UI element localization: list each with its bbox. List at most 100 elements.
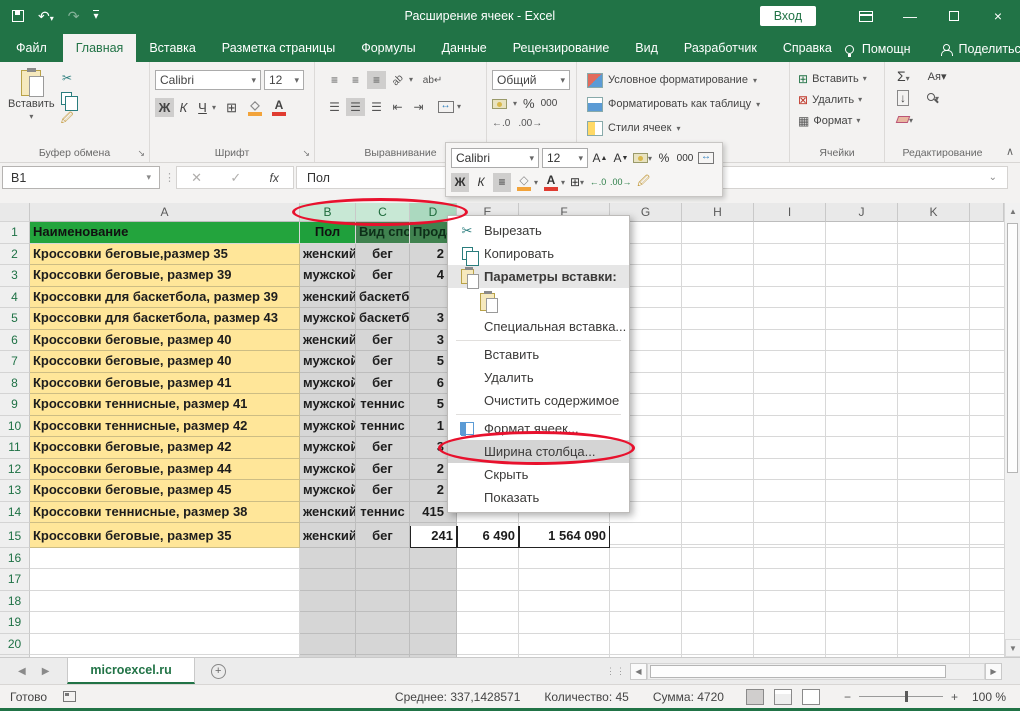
col-header-c[interactable]: C	[356, 203, 410, 222]
col-header-j[interactable]: J	[826, 203, 898, 222]
macro-record-icon[interactable]	[63, 691, 76, 702]
italic-button[interactable]: К	[174, 98, 193, 117]
format-painter-icon[interactable]: 🖉	[58, 111, 76, 127]
col-header-k[interactable]: K	[898, 203, 970, 222]
normal-view-icon[interactable]	[746, 689, 764, 705]
scroll-left-icon[interactable]: ◀	[630, 663, 647, 680]
enter-icon[interactable]: ✓	[230, 170, 241, 186]
redo-icon[interactable]: ↷	[68, 8, 80, 25]
vertical-scroll-thumb[interactable]	[1007, 223, 1018, 473]
horizontal-scroll-thumb[interactable]	[650, 665, 946, 678]
undo-icon[interactable]: ↶▾	[38, 8, 54, 25]
mini-increase-decimal-icon[interactable]: ←.0	[589, 173, 607, 192]
format-as-table-button[interactable]: Форматировать как таблицу▾	[587, 92, 760, 116]
align-right-icon[interactable]: ☰	[367, 98, 386, 116]
empty-row[interactable]: 18	[0, 591, 1004, 613]
paste-button[interactable]: Вставить ▾	[8, 70, 55, 121]
tab-help[interactable]: Справка	[770, 34, 845, 62]
cell-b1[interactable]: Пол	[300, 222, 356, 244]
menu-item-unhide[interactable]: Показать	[448, 486, 629, 509]
mini-italic-button[interactable]: К	[472, 173, 490, 192]
ribbon-display-options-icon[interactable]	[844, 0, 888, 32]
decrease-indent-icon[interactable]: ⇤	[388, 98, 407, 116]
tab-data[interactable]: Данные	[429, 34, 500, 62]
tab-review[interactable]: Рецензирование	[500, 34, 623, 62]
menu-item-paste-options[interactable]: Параметры вставки:	[448, 265, 629, 288]
cell-c1[interactable]: Вид спорта	[356, 222, 410, 244]
format-cells-button[interactable]: ▦ Формат▾	[798, 110, 867, 131]
mini-accounting-icon[interactable]: ▾	[633, 149, 652, 168]
insert-function-icon[interactable]: fx	[270, 171, 279, 185]
menu-item-copy[interactable]: Копировать	[448, 242, 629, 265]
mini-center-icon[interactable]: ≡	[493, 173, 511, 192]
mini-format-painter-icon[interactable]: 🖉	[635, 173, 653, 192]
table-row[interactable]: 15 Кроссовки беговые, размер 35 женский …	[0, 526, 1004, 548]
scroll-down-icon[interactable]: ▼	[1005, 639, 1020, 657]
tab-insert[interactable]: Вставка	[136, 34, 208, 62]
scroll-right-icon[interactable]: ▶	[985, 663, 1002, 680]
delete-cells-button[interactable]: ⊠ Удалить▾	[798, 89, 867, 110]
align-left-icon[interactable]: ☰	[325, 98, 344, 116]
zoom-slider[interactable]	[859, 696, 943, 697]
mini-decrease-decimal-icon[interactable]: .00→	[610, 173, 632, 192]
zoom-slider-thumb[interactable]	[905, 691, 908, 702]
tell-me-box[interactable]: Помощн	[862, 42, 911, 56]
fill-color-button[interactable]: ◇	[245, 99, 265, 116]
mini-font-name-combo[interactable]: Calibri▾	[451, 148, 539, 168]
autosum-icon[interactable]: Σ▾	[897, 68, 910, 84]
mini-fill-color-icon[interactable]: ◇▾	[514, 173, 538, 192]
borders-button[interactable]: ⊞	[222, 98, 241, 117]
clipboard-dialog-launcher[interactable]: ↘	[137, 148, 145, 159]
sign-in-button[interactable]: Вход	[760, 6, 816, 26]
font-dialog-launcher[interactable]: ↘	[302, 148, 310, 159]
page-layout-view-icon[interactable]	[774, 689, 792, 705]
paste-option-button[interactable]	[448, 288, 629, 315]
comma-style-icon[interactable]: 000	[541, 98, 558, 109]
zoom-level[interactable]: 100 %	[972, 690, 1020, 704]
name-box[interactable]: B1▾	[2, 166, 160, 189]
menu-item-column-width[interactable]: Ширина столбца...	[448, 440, 629, 463]
accounting-format-icon[interactable]	[492, 99, 507, 109]
empty-row[interactable]: 19	[0, 612, 1004, 634]
merge-center-icon[interactable]	[436, 98, 455, 116]
mini-merge-icon[interactable]	[697, 149, 715, 168]
mini-percent-icon[interactable]: %	[655, 149, 673, 168]
conditional-formatting-button[interactable]: Условное форматирование▾	[587, 68, 760, 92]
empty-row[interactable]: 17	[0, 569, 1004, 591]
zoom-out-icon[interactable]: −	[844, 690, 851, 704]
save-icon[interactable]	[12, 10, 24, 22]
align-top-icon[interactable]: ≡	[325, 71, 344, 89]
col-header-i[interactable]: I	[754, 203, 826, 222]
decrease-decimal-icon[interactable]: .00→	[518, 118, 542, 129]
cell-styles-button[interactable]: Стили ячеек▾	[587, 116, 760, 140]
empty-row[interactable]: 20	[0, 634, 1004, 656]
col-header-a[interactable]: A	[30, 203, 300, 222]
sheet-nav-left-icon[interactable]: ◀	[18, 666, 26, 677]
tab-home[interactable]: Главная	[63, 34, 137, 62]
col-header-h[interactable]: H	[682, 203, 754, 222]
menu-item-hide[interactable]: Скрыть	[448, 463, 629, 486]
sheet-tab-active[interactable]: microexcel.ru	[67, 658, 194, 684]
mini-font-size-combo[interactable]: 12▾	[542, 148, 588, 168]
collapse-ribbon-icon[interactable]: ∧	[1006, 145, 1014, 158]
scroll-up-icon[interactable]: ▲	[1005, 203, 1020, 221]
sheet-nav-right-icon[interactable]: ▶	[42, 666, 50, 677]
tab-page-layout[interactable]: Разметка страницы	[209, 34, 348, 62]
tab-view[interactable]: Вид	[622, 34, 671, 62]
wrap-text-icon[interactable]: ab↵	[423, 71, 442, 89]
increase-indent-icon[interactable]: ⇥	[409, 98, 428, 116]
fill-down-icon[interactable]: ↓	[897, 90, 909, 106]
mini-comma-icon[interactable]: 000	[676, 149, 694, 168]
mini-bold-button[interactable]: Ж	[451, 173, 469, 192]
sort-filter-icon[interactable]: Ая▾	[928, 70, 947, 83]
zoom-in-icon[interactable]: +	[951, 690, 958, 704]
page-break-view-icon[interactable]	[802, 689, 820, 705]
menu-item-cut[interactable]: ✂ Вырезать	[448, 219, 629, 242]
maximize-button[interactable]	[932, 0, 976, 32]
new-sheet-button[interactable]: +	[195, 658, 242, 684]
cell-a1[interactable]: Наименование	[30, 222, 300, 244]
percent-style-icon[interactable]: %	[523, 96, 535, 111]
scrollbar-splitter[interactable]: ⋮⋮	[602, 658, 630, 684]
number-format-combo[interactable]: Общий▾	[492, 70, 570, 90]
empty-row[interactable]: 16	[0, 548, 1004, 570]
